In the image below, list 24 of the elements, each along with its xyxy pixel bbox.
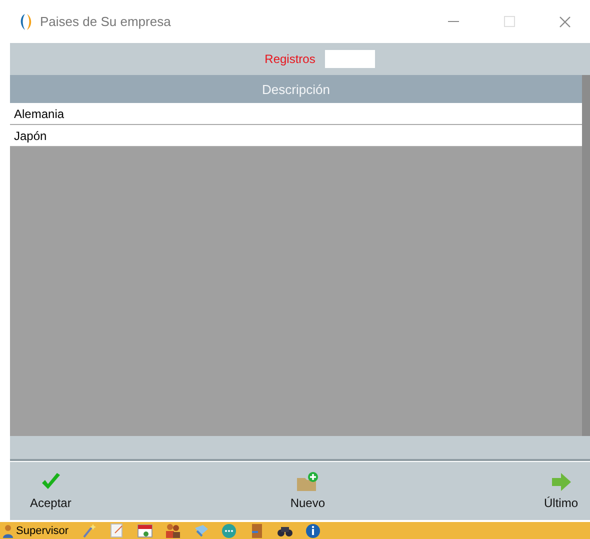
table-cell[interactable]: Alemania xyxy=(10,103,582,125)
wand-icon[interactable] xyxy=(80,523,97,538)
records-field[interactable] xyxy=(325,50,376,68)
user-label[interactable]: Supervisor xyxy=(2,524,69,538)
toolbar-button[interactable]: Nuevo xyxy=(290,472,326,510)
minimize-icon[interactable] xyxy=(448,20,458,22)
chat-icon[interactable] xyxy=(220,523,237,538)
calendar-icon[interactable] xyxy=(136,523,153,538)
scrollbar[interactable] xyxy=(582,75,590,436)
right-arrow-icon xyxy=(550,472,572,492)
notepad-icon[interactable] xyxy=(108,523,125,538)
tools-icon[interactable] xyxy=(192,523,209,538)
user-icon xyxy=(2,524,14,538)
info-icon[interactable] xyxy=(304,523,321,538)
folder-plus-icon xyxy=(296,472,320,492)
people-icon[interactable] xyxy=(164,523,181,538)
toolbar-button[interactable]: Aceptar xyxy=(30,472,72,510)
toolbar-button[interactable]: Último xyxy=(544,472,578,510)
app-logo-icon xyxy=(18,12,34,30)
table-cell[interactable]: Japón xyxy=(10,125,582,147)
user-name: Supervisor xyxy=(16,524,69,536)
records-label: Registros xyxy=(264,52,316,66)
window-title: Paises de Su empresa xyxy=(40,14,172,29)
close-icon[interactable] xyxy=(559,16,571,28)
